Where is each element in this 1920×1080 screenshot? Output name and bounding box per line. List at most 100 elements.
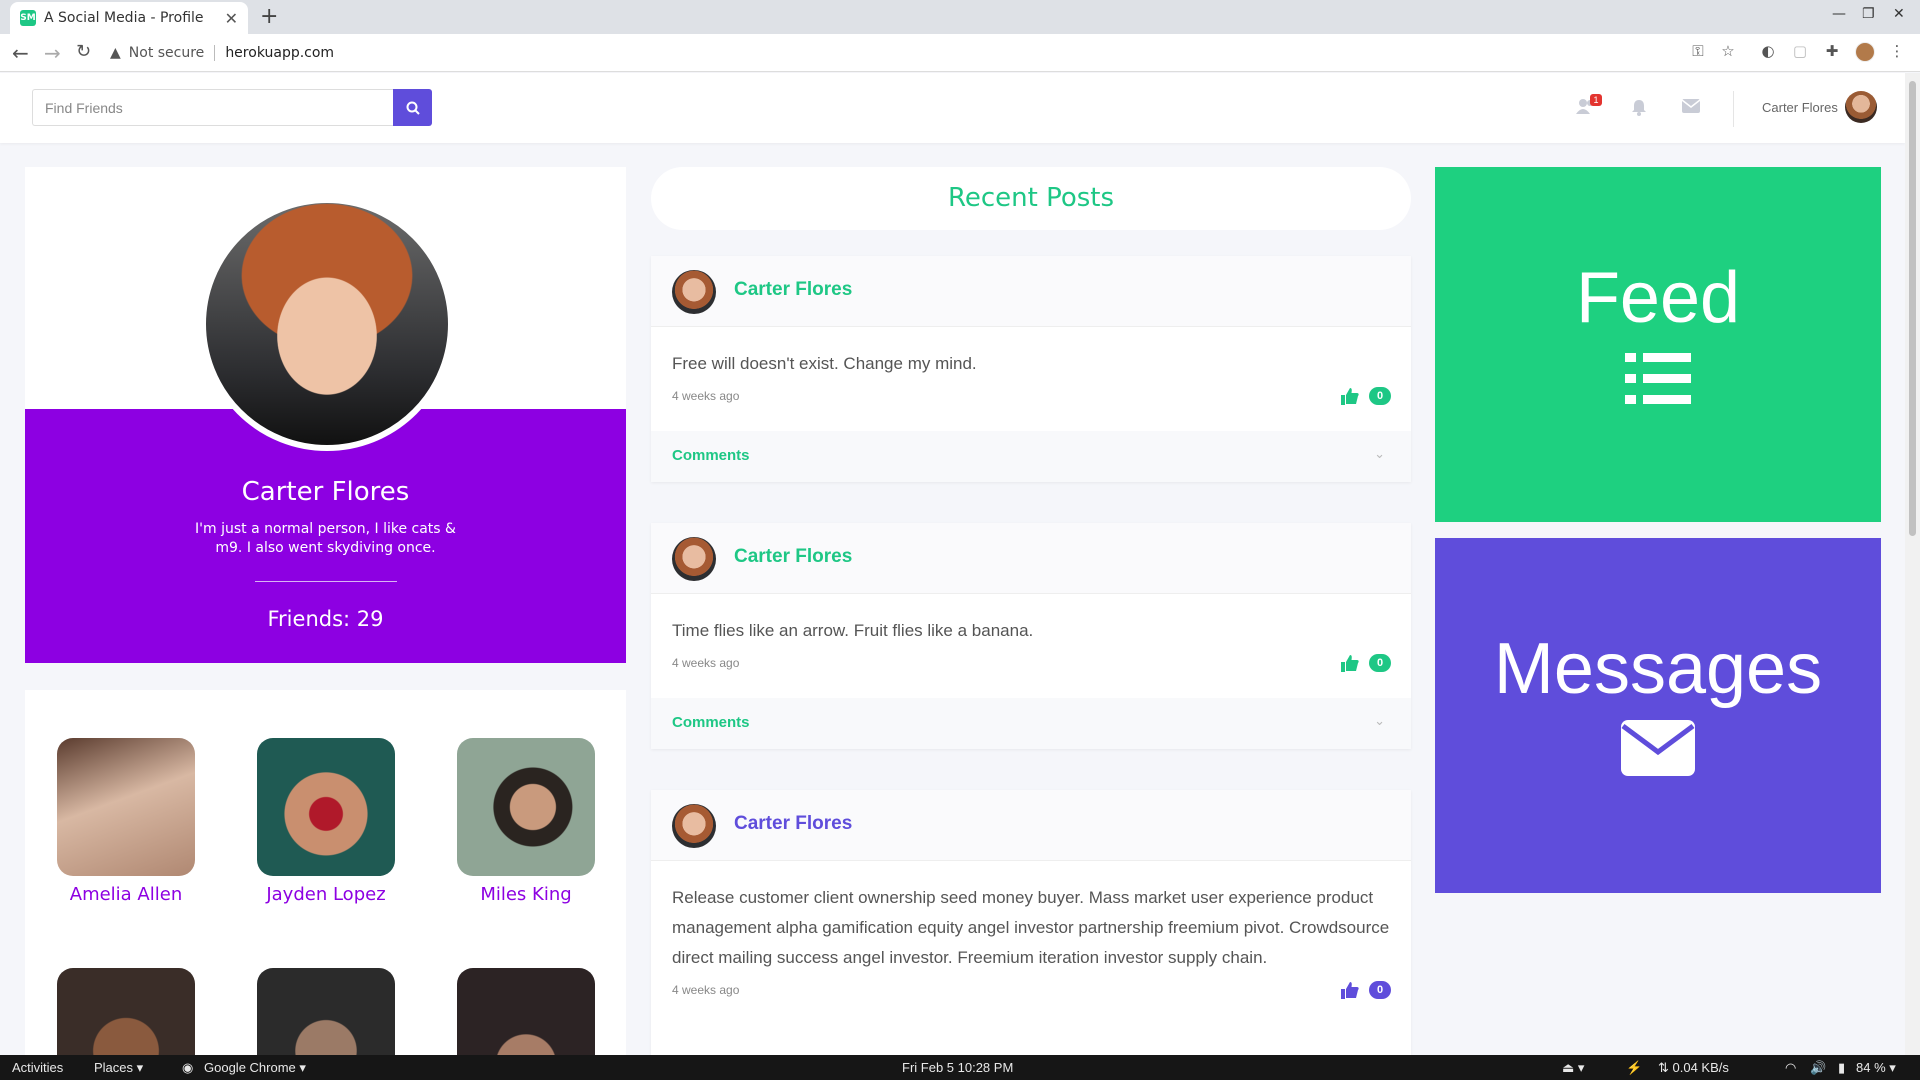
restore-icon[interactable]: ❐ — [1862, 6, 1875, 22]
search-icon — [406, 101, 420, 115]
wifi-icon[interactable]: ◠ — [1785, 1060, 1796, 1076]
post-author-name[interactable]: Carter Flores — [734, 813, 852, 835]
extension-icon[interactable]: ◐ — [1758, 42, 1778, 62]
friend-search — [32, 89, 432, 126]
warning-icon: ▲ — [110, 45, 121, 61]
friend-item[interactable]: Miles King — [456, 738, 596, 905]
volume-icon[interactable]: 🔊 — [1810, 1060, 1826, 1076]
power-icon[interactable]: ⚡ — [1626, 1060, 1642, 1076]
menu-dots-icon[interactable]: ⋮ — [1887, 42, 1907, 62]
bookmark-star-icon[interactable]: ☆ — [1718, 42, 1738, 62]
friend-item[interactable]: Amelia Allen — [56, 738, 196, 905]
post-header: Carter Flores — [651, 523, 1411, 594]
back-icon[interactable]: ← — [12, 41, 29, 65]
post-author-avatar[interactable] — [672, 270, 716, 314]
friend-item[interactable]: Jayden Lopez — [256, 738, 396, 905]
thumbs-up-icon[interactable] — [1341, 387, 1359, 405]
site-favicon-icon: SM — [20, 10, 36, 26]
new-tab-icon[interactable]: + — [260, 4, 278, 29]
battery-icon[interactable]: ▮ — [1838, 1060, 1845, 1076]
page-scrollbar[interactable] — [1905, 73, 1920, 1055]
messages-tile[interactable]: Messages — [1435, 538, 1881, 893]
extension-blank-icon[interactable]: ▢ — [1790, 42, 1810, 62]
messages-label: Messages — [1493, 629, 1823, 709]
friend-name[interactable]: Amelia Allen — [56, 884, 196, 905]
post-author-avatar[interactable] — [672, 537, 716, 581]
post-header: Carter Flores — [651, 256, 1411, 327]
scrollbar-thumb[interactable] — [1909, 81, 1916, 536]
friend-photo[interactable] — [457, 738, 595, 876]
url-separator — [214, 45, 216, 61]
feed-label: Feed — [1575, 258, 1741, 338]
window-close-icon[interactable]: ✕ — [1893, 6, 1905, 22]
friends-count: Friends: 29 — [267, 607, 384, 631]
friend-name[interactable]: Miles King — [456, 884, 596, 905]
profile-divider — [255, 581, 397, 582]
post-timestamp: 4 weeks ago — [672, 656, 740, 670]
activities-button[interactable]: Activities — [12, 1060, 63, 1075]
envelope-icon — [1621, 720, 1695, 776]
comments-toggle[interactable]: Comments ⌄ — [651, 698, 1411, 749]
url-field[interactable]: ▲ Not secure herokuapp.com — [110, 40, 334, 66]
profile-card: Carter Flores I'm just a normal person, … — [25, 167, 626, 663]
post-author-name[interactable]: Carter Flores — [734, 279, 852, 301]
places-menu[interactable]: Places ▾ — [94, 1060, 143, 1076]
notification-badge: 1 — [1590, 94, 1602, 106]
post-timestamp: 4 weeks ago — [672, 389, 740, 403]
minimize-icon[interactable]: — — [1832, 6, 1846, 22]
address-bar: ← → ↻ ▲ Not secure herokuapp.com ⚿ ☆ ◐ ▢… — [0, 34, 1920, 72]
header-user-name[interactable]: Carter Flores — [1762, 100, 1838, 115]
key-icon[interactable]: ⚿ — [1688, 42, 1708, 62]
mail-icon[interactable] — [1681, 98, 1702, 118]
clock[interactable]: Fri Feb 5 10:28 PM — [902, 1060, 1013, 1075]
profile-name: Carter Flores — [241, 477, 410, 507]
like-count: 0 — [1369, 654, 1391, 672]
active-app-menu[interactable]: Google Chrome ▾ — [204, 1060, 306, 1076]
app-header: 1 Carter Flores — [0, 73, 1905, 143]
friend-requests-icon[interactable]: 1 — [1576, 94, 1602, 118]
post-likes: 0 — [1341, 654, 1391, 672]
friend-photo[interactable] — [57, 738, 195, 876]
post-author-avatar[interactable] — [672, 804, 716, 848]
thumbs-up-icon[interactable] — [1341, 654, 1359, 672]
post-meta: 4 weeks ago 0 — [651, 973, 1411, 999]
post-text: Time flies like an arrow. Fruit flies li… — [672, 621, 1034, 640]
forward-icon[interactable]: → — [44, 41, 61, 65]
post-card: Carter Flores Free will doesn't exist. C… — [651, 256, 1411, 482]
tab-title: A Social Media - Profile — [44, 10, 204, 26]
comments-toggle[interactable]: Comments ⌄ — [651, 431, 1411, 482]
chevron-down-icon: ⌄ — [1374, 447, 1385, 462]
browser-tab-bar: SM A Social Media - Profile ✕ + — ❐ ✕ — [0, 0, 1920, 34]
comments-label: Comments — [672, 714, 750, 731]
battery-level: 84 % ▾ — [1856, 1060, 1896, 1075]
search-input[interactable] — [32, 89, 393, 126]
reload-icon[interactable]: ↻ — [76, 41, 91, 62]
friend-name[interactable]: Jayden Lopez — [256, 884, 396, 905]
list-icon — [1625, 353, 1691, 404]
browser-tab[interactable]: SM A Social Media - Profile ✕ — [10, 2, 248, 34]
post-likes: 0 — [1341, 387, 1391, 405]
profile-avatar — [200, 197, 454, 451]
search-button[interactable] — [393, 89, 432, 126]
like-count: 0 — [1369, 387, 1391, 405]
puzzle-icon[interactable]: ✚ — [1822, 42, 1842, 62]
url-host: herokuapp.com — [225, 45, 335, 61]
profile-avatar-icon[interactable] — [1855, 42, 1875, 62]
thumbs-up-icon[interactable] — [1341, 981, 1359, 999]
tab-close-icon[interactable]: ✕ — [225, 9, 238, 28]
bell-icon[interactable] — [1630, 98, 1650, 118]
friends-card: Amelia Allen Jayden Lopez Miles King — [25, 690, 626, 1080]
comments-label: Comments — [672, 447, 750, 464]
friend-photo[interactable] — [257, 738, 395, 876]
post-timestamp: 4 weeks ago — [672, 983, 740, 997]
post-author-name[interactable]: Carter Flores — [734, 546, 852, 568]
post-card: Carter Flores Release customer client ow… — [651, 790, 1411, 1070]
network-speed: ⇅ 0.04 KB/s — [1658, 1060, 1729, 1075]
chrome-app-icon: ◉ — [182, 1060, 194, 1075]
header-divider — [1733, 91, 1734, 127]
not-secure-label: Not secure — [128, 45, 205, 61]
eject-icon[interactable]: ⏏ ▾ — [1562, 1060, 1584, 1076]
os-taskbar: Activities Places ▾ ◉ Google Chrome ▾ Fr… — [0, 1055, 1920, 1080]
header-avatar[interactable] — [1845, 91, 1877, 123]
feed-tile[interactable]: Feed — [1435, 167, 1881, 522]
